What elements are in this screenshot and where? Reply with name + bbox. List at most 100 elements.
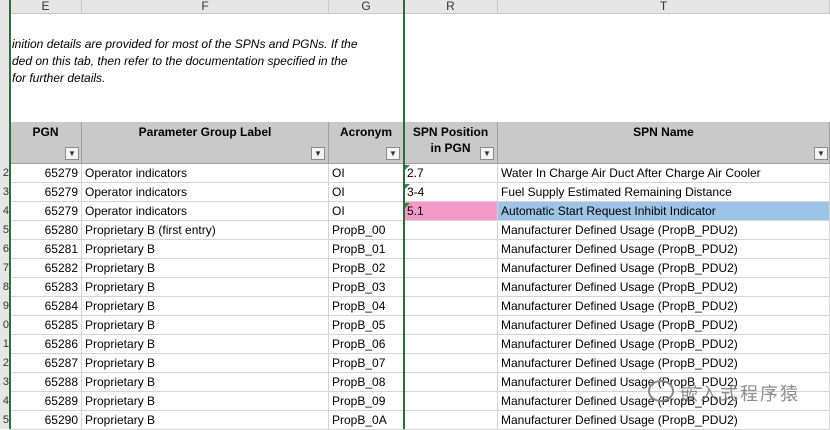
cell-acronym[interactable]: PropB_05	[329, 316, 404, 335]
cell-label[interactable]: Proprietary B	[82, 278, 329, 297]
cell-spn-position[interactable]	[404, 259, 498, 278]
cell-label[interactable]: Proprietary B	[82, 259, 329, 278]
row-number[interactable]: 7	[0, 259, 9, 278]
cell-acronym[interactable]: PropB_06	[329, 335, 404, 354]
cell-spn-position[interactable]	[404, 392, 498, 411]
column-header-g[interactable]: G	[329, 0, 404, 14]
cell-acronym[interactable]: PropB_00	[329, 221, 404, 240]
cell-label[interactable]: Proprietary B	[82, 392, 329, 411]
column-header-t[interactable]: T	[498, 0, 830, 14]
cell-spn-name[interactable]: Manufacturer Defined Usage (PropB_PDU2)	[498, 240, 830, 259]
cell-comment-indicator	[405, 203, 410, 208]
cell-spn-position[interactable]	[404, 278, 498, 297]
definition-note: inition details are provided for most of…	[12, 36, 402, 87]
cell-label[interactable]: Operator indicators	[82, 164, 329, 183]
cell-label[interactable]: Proprietary B	[82, 335, 329, 354]
column-header-r[interactable]: R	[404, 0, 498, 14]
cell-spn-name[interactable]: Manufacturer Defined Usage (PropB_PDU2)	[498, 335, 830, 354]
cell-spn-position[interactable]	[404, 297, 498, 316]
cell-pgn[interactable]: 65287	[10, 354, 82, 373]
cell-spn-position[interactable]	[404, 316, 498, 335]
cell-label[interactable]: Proprietary B	[82, 411, 329, 430]
row-number[interactable]: 3	[0, 183, 9, 202]
cell-pgn[interactable]: 65285	[10, 316, 82, 335]
cell-pgn[interactable]: 65281	[10, 240, 82, 259]
row-number[interactable]: 9	[0, 297, 9, 316]
header-spn-name[interactable]: SPN Name ▼	[498, 122, 830, 164]
cell-spn-position[interactable]: 5.1	[404, 202, 498, 221]
cell-spn-name[interactable]: Manufacturer Defined Usage (PropB_PDU2)	[498, 316, 830, 335]
cell-acronym[interactable]: OI	[329, 202, 404, 221]
cell-pgn[interactable]: 65290	[10, 411, 82, 430]
dropdown-arrow-icon[interactable]: ▼	[386, 147, 400, 160]
cell-pgn[interactable]: 65282	[10, 259, 82, 278]
header-acronym-text: Acronym	[339, 125, 392, 139]
row-number[interactable]: 6	[0, 240, 9, 259]
header-parameter-group-label[interactable]: Parameter Group Label ▼	[82, 122, 329, 164]
column-header-f[interactable]: F	[82, 0, 329, 14]
row-number[interactable]: 5	[0, 221, 9, 240]
cell-label[interactable]: Operator indicators	[82, 202, 329, 221]
dropdown-arrow-icon[interactable]: ▼	[480, 147, 494, 160]
row-number[interactable]: 2	[0, 354, 9, 373]
cell-acronym[interactable]: OI	[329, 183, 404, 202]
cell-acronym[interactable]: PropB_02	[329, 259, 404, 278]
cell-acronym[interactable]: PropB_09	[329, 392, 404, 411]
cell-spn-position[interactable]: 2.7	[404, 164, 498, 183]
cell-acronym[interactable]: PropB_04	[329, 297, 404, 316]
row-number[interactable]: 2	[0, 164, 9, 183]
row-number[interactable]: 1	[0, 335, 9, 354]
cell-spn-position[interactable]	[404, 240, 498, 259]
cell-spn-name[interactable]: Automatic Start Request Inhibit Indicato…	[498, 202, 830, 221]
header-acronym[interactable]: Acronym ▼	[329, 122, 404, 164]
row-number[interactable]: 3	[0, 373, 9, 392]
cell-spn-position[interactable]: 3-4	[404, 183, 498, 202]
cell-acronym[interactable]: PropB_01	[329, 240, 404, 259]
cell-label[interactable]: Proprietary B	[82, 240, 329, 259]
cell-spn-name[interactable]: Manufacturer Defined Usage (PropB_PDU2)	[498, 259, 830, 278]
cell-acronym[interactable]: OI	[329, 164, 404, 183]
cell-pgn[interactable]: 65280	[10, 221, 82, 240]
cell-label[interactable]: Proprietary B	[82, 297, 329, 316]
cell-pgn[interactable]: 65279	[10, 183, 82, 202]
cell-pgn[interactable]: 65283	[10, 278, 82, 297]
row-number[interactable]: 8	[0, 278, 9, 297]
cell-pgn[interactable]: 65288	[10, 373, 82, 392]
cell-spn-name[interactable]: Manufacturer Defined Usage (PropB_PDU2)	[498, 297, 830, 316]
cell-spn-name[interactable]: Water In Charge Air Duct After Charge Ai…	[498, 164, 830, 183]
cell-spn-name[interactable]: Manufacturer Defined Usage (PropB_PDU2)	[498, 278, 830, 297]
cell-label[interactable]: Proprietary B	[82, 316, 329, 335]
header-pgn[interactable]: PGN ▼	[10, 122, 82, 164]
cell-spn-position[interactable]	[404, 354, 498, 373]
cell-spn-name[interactable]: Manufacturer Defined Usage (PropB_PDU2)	[498, 221, 830, 240]
cell-pgn[interactable]: 65279	[10, 202, 82, 221]
row-number[interactable]: 4	[0, 202, 9, 221]
cell-spn-position[interactable]	[404, 221, 498, 240]
cell-spn-position[interactable]	[404, 335, 498, 354]
cell-acronym[interactable]: PropB_03	[329, 278, 404, 297]
cell-spn-name[interactable]: Manufacturer Defined Usage (PropB_PDU2)	[498, 354, 830, 373]
cell-spn-name[interactable]: Fuel Supply Estimated Remaining Distance	[498, 183, 830, 202]
row-number[interactable]: 4	[0, 392, 9, 411]
cell-pgn[interactable]: 65286	[10, 335, 82, 354]
cell-label[interactable]: Proprietary B	[82, 373, 329, 392]
header-spn-position[interactable]: SPN Position in PGN ▼	[404, 122, 498, 164]
dropdown-arrow-icon[interactable]: ▼	[814, 147, 828, 160]
header-label-text: Parameter Group Label	[138, 125, 272, 139]
cell-acronym[interactable]: PropB_0A	[329, 411, 404, 430]
cell-spn-position[interactable]	[404, 373, 498, 392]
dropdown-arrow-icon[interactable]: ▼	[65, 147, 79, 160]
cell-label[interactable]: Proprietary B	[82, 354, 329, 373]
cell-pgn[interactable]: 65289	[10, 392, 82, 411]
dropdown-arrow-icon[interactable]: ▼	[311, 147, 325, 160]
cell-acronym[interactable]: PropB_08	[329, 373, 404, 392]
row-number[interactable]: 0	[0, 316, 9, 335]
cell-pgn[interactable]: 65284	[10, 297, 82, 316]
cell-acronym[interactable]: PropB_07	[329, 354, 404, 373]
cell-label[interactable]: Proprietary B (first entry)	[82, 221, 329, 240]
row-number[interactable]: 5	[0, 411, 9, 429]
cell-pgn[interactable]: 65279	[10, 164, 82, 183]
column-header-e[interactable]: E	[10, 0, 82, 14]
cell-label[interactable]: Operator indicators	[82, 183, 329, 202]
cell-spn-position[interactable]	[404, 411, 498, 430]
